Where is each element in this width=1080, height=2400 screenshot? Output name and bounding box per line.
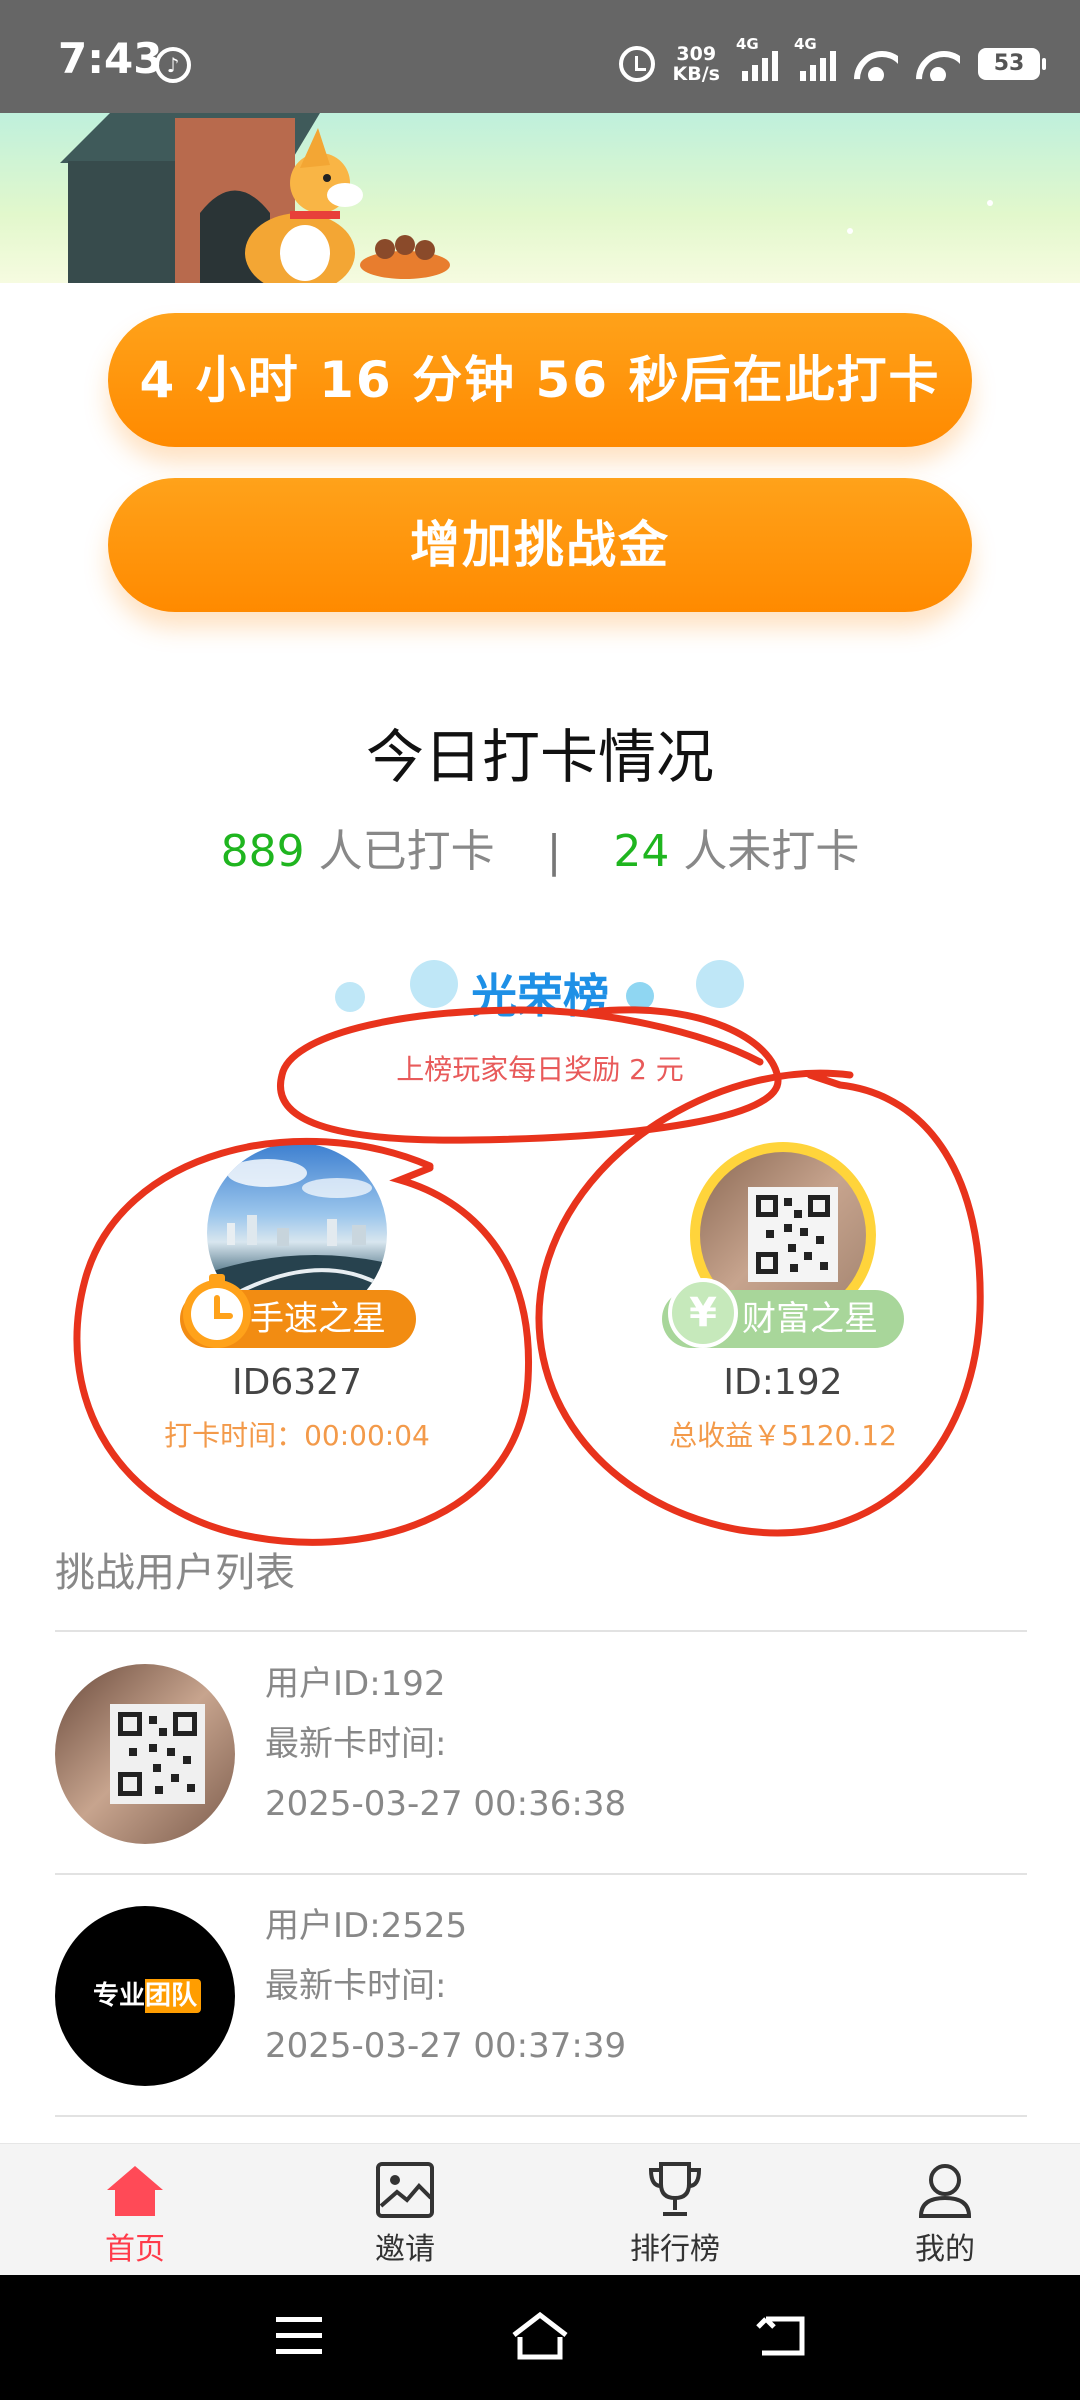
wifi-icon [854, 47, 898, 81]
status-time: 7:43 [58, 34, 163, 83]
user-id: 用户ID:2525 [265, 1906, 468, 1946]
wealth-star-id: ID:192 [723, 1362, 843, 1403]
stats-separator: | [546, 826, 562, 877]
menu-icon[interactable] [274, 2315, 324, 2357]
nav-home-label: 首页 [105, 2232, 165, 2267]
team-badge: 专业团队 [83, 1976, 207, 2016]
last-checkin-time: 2025-03-27 00:36:38 [265, 1784, 627, 1824]
today-checkin-title: 今日打卡情况 [365, 723, 714, 791]
nav-ranking[interactable]: 排行榜 [540, 2144, 810, 2276]
user-avatar[interactable] [55, 1664, 235, 1844]
notification-icon: ♪ [155, 47, 191, 83]
wealth-star-earnings: 总收益￥5120.12 [669, 1419, 897, 1452]
home-icon [107, 2166, 163, 2216]
add-challenge-money-button[interactable]: 增加挑战金 [108, 478, 972, 612]
honor-reward-text: 上榜玩家每日奖励 2 元 [396, 1053, 684, 1086]
money-bag-icon: ¥ [668, 1278, 738, 1348]
net-speed-value: 309 [676, 43, 717, 65]
net-speed: 309 KB/s [673, 44, 720, 84]
back-icon[interactable] [756, 2313, 808, 2359]
checkin-stats: 889 人已打卡 | 24 人未打卡 [0, 815, 1080, 879]
last-checkin-time: 2025-03-27 00:37:39 [265, 2026, 627, 2066]
nav-ranking-label: 排行榜 [630, 2232, 720, 2267]
nav-profile-label: 我的 [915, 2232, 975, 2267]
speed-star-id: ID6327 [232, 1362, 362, 1403]
status-icons: 309 KB/s 4G 4G 53 [618, 35, 1046, 88]
bottom-nav: 首页 邀请 排行榜 我的 [0, 2143, 1080, 2275]
honor-board-title: 光荣榜 [471, 969, 609, 1023]
app-screen: { "status_bar": { "time": "7:43", "net_s… [0, 0, 1080, 2400]
nav-invite-label: 邀请 [375, 2232, 435, 2267]
dog-house-illustration [60, 113, 993, 283]
user-avatar[interactable]: 专业团队 [55, 1906, 235, 2086]
signal-label-2: 4G [794, 35, 817, 53]
qr-code-image [110, 1704, 205, 1804]
system-nav-bar [0, 2275, 1080, 2400]
unchecked-count: 24 [613, 826, 670, 877]
challenge-list-title: 挑战用户列表 [55, 1550, 295, 1596]
checkin-countdown-button[interactable]: 4 小时 16 分钟 56 秒后在此打卡 [108, 313, 972, 447]
divider [55, 1873, 1027, 1875]
checked-count: 889 [220, 826, 305, 877]
team-badge-text: 专业团队 [88, 1979, 201, 2013]
divider [55, 1630, 1027, 1632]
invite-icon [376, 2162, 434, 2218]
battery-icon: 53 [978, 48, 1046, 80]
signal-label: 4G [736, 35, 759, 53]
wealth-star-tag-label: 财富之星 [742, 1299, 878, 1339]
user-id: 用户ID:192 [265, 1664, 446, 1704]
speed-star-tag-label: 手速之星 [250, 1299, 386, 1339]
last-checkin-label: 最新卡时间: [265, 1966, 447, 2006]
list-item-text: 用户ID:2525 最新卡时间: 2025-03-27 00:37:39 [265, 1896, 626, 2076]
banner-illustration [0, 113, 1080, 283]
trophy-icon [648, 2162, 702, 2216]
signal-icon-2: 4G [794, 35, 836, 81]
stopwatch-icon [183, 1274, 251, 1348]
list-item-text: 用户ID:192 最新卡时间: 2025-03-27 00:36:38 [265, 1654, 626, 1834]
nav-home[interactable]: 首页 [0, 2144, 270, 2276]
wifi-icon-2 [916, 47, 960, 81]
profile-icon [918, 2164, 972, 2218]
net-speed-unit: KB/s [672, 63, 720, 85]
home-nav-icon[interactable] [510, 2311, 570, 2361]
list-item[interactable]: 用户ID:192 最新卡时间: 2025-03-27 00:36:38 [55, 1640, 1027, 1880]
checked-label: 人已打卡 [304, 826, 495, 877]
list-item[interactable]: 专业团队 用户ID:2525 最新卡时间: 2025-03-27 00:37:3… [55, 1882, 1027, 2122]
last-checkin-label: 最新卡时间: [265, 1724, 447, 1764]
speed-star-checkin-time: 打卡时间：00:00:04 [164, 1419, 430, 1452]
alarm-icon [618, 46, 655, 82]
unchecked-label: 人未打卡 [669, 826, 860, 877]
status-bar: 7:43 ♪ 309 KB/s 4G 4G 53 [0, 0, 1080, 113]
nav-profile[interactable]: 我的 [810, 2144, 1080, 2276]
divider [55, 2115, 1027, 2117]
nav-invite[interactable]: 邀请 [270, 2144, 540, 2276]
money-bag-icon-glyph: ¥ [689, 1290, 717, 1336]
signal-icon: 4G [736, 35, 778, 81]
